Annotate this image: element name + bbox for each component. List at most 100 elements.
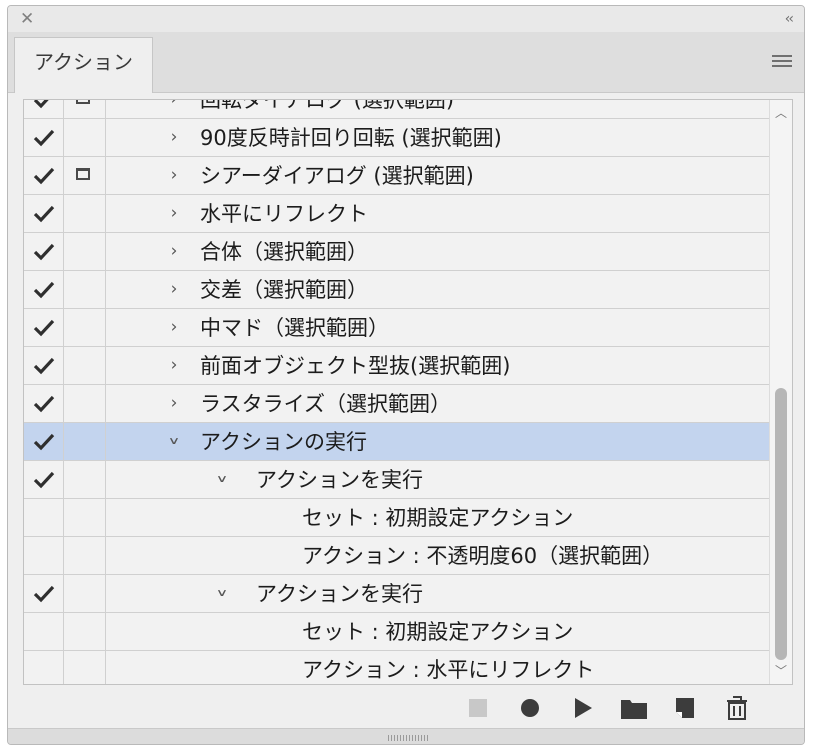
toggle-dialog-cell[interactable] xyxy=(64,271,106,308)
tab-actions[interactable]: アクション xyxy=(14,37,153,93)
toggle-item-cell[interactable] xyxy=(24,347,64,384)
action-row[interactable]: › 合体（選択範囲） xyxy=(24,233,769,271)
toggle-dialog-cell[interactable] xyxy=(64,575,106,612)
toggle-dialog-cell[interactable] xyxy=(64,385,106,422)
action-row[interactable]: › 回転ダイアログ (選択範囲) xyxy=(24,99,769,119)
chevron-right-icon[interactable]: › xyxy=(166,204,182,222)
chevron-down-icon[interactable]: ∨ xyxy=(214,474,230,485)
chevron-right-icon[interactable]: › xyxy=(166,100,182,108)
check-icon[interactable] xyxy=(33,585,55,603)
toggle-dialog-cell[interactable] xyxy=(64,423,106,460)
action-row-label: 合体（選択範囲） xyxy=(200,240,368,264)
toggle-item-cell[interactable] xyxy=(24,385,64,422)
check-icon[interactable] xyxy=(33,471,55,489)
toggle-dialog-cell[interactable] xyxy=(64,157,106,194)
action-row-label: ラスタライズ（選択範囲） xyxy=(200,392,451,416)
check-icon[interactable] xyxy=(33,433,55,451)
toggle-item-cell[interactable] xyxy=(24,271,64,308)
toggle-item-cell[interactable] xyxy=(24,537,64,574)
check-icon[interactable] xyxy=(33,99,55,109)
toggle-dialog-cell[interactable] xyxy=(64,461,106,498)
action-row-label: 前面オブジェクト型抜(選択範囲) xyxy=(200,354,511,378)
action-row[interactable]: › 90度反時計回り回転 (選択範囲) xyxy=(24,119,769,157)
chevron-down-icon[interactable]: ∨ xyxy=(214,588,230,599)
trash-icon[interactable] xyxy=(724,695,750,721)
action-row[interactable]: アクション : 水平にリフレクト xyxy=(24,651,769,684)
toggle-dialog-cell[interactable] xyxy=(64,651,106,684)
actions-list[interactable]: › 回転ダイアログ (選択範囲) › 90度反時計回り回転 (選択範囲) › シアーダイア… xyxy=(23,99,793,685)
play-icon[interactable] xyxy=(569,695,595,721)
action-row-label: セット : 初期設定アクション xyxy=(302,620,574,644)
toggle-item-cell[interactable] xyxy=(24,613,64,650)
action-row[interactable]: › 水平にリフレクト xyxy=(24,195,769,233)
chevron-right-icon[interactable]: › xyxy=(166,394,182,412)
new-set-folder-icon[interactable] xyxy=(620,695,648,721)
scrollbar[interactable]: ︿ ﹀ xyxy=(769,100,792,684)
check-icon[interactable] xyxy=(33,281,55,299)
action-row[interactable]: アクション : 不透明度60（選択範囲） xyxy=(24,537,769,575)
stop-icon[interactable] xyxy=(465,695,491,721)
resize-grip[interactable] xyxy=(8,728,804,744)
chevron-down-icon[interactable]: ∨ xyxy=(166,436,182,447)
action-row[interactable]: › ラスタライズ（選択範囲） xyxy=(24,385,769,423)
panel-menu-icon[interactable] xyxy=(772,55,792,69)
chevron-right-icon[interactable]: › xyxy=(166,280,182,298)
toggle-item-cell[interactable] xyxy=(24,99,64,118)
action-row-label: アクション : 水平にリフレクト xyxy=(302,658,595,682)
dialog-toggle-icon[interactable] xyxy=(76,100,90,104)
action-rows: › 回転ダイアログ (選択範囲) › 90度反時計回り回転 (選択範囲) › シアーダイア… xyxy=(24,99,769,684)
check-icon[interactable] xyxy=(33,129,55,147)
check-icon[interactable] xyxy=(33,205,55,223)
check-icon[interactable] xyxy=(33,167,55,185)
check-icon[interactable] xyxy=(33,243,55,261)
chevron-right-icon[interactable]: › xyxy=(166,166,182,184)
action-row[interactable]: セット : 初期設定アクション xyxy=(24,499,769,537)
action-row[interactable]: ∨ アクションの実行 xyxy=(24,423,769,461)
toggle-dialog-cell[interactable] xyxy=(64,233,106,270)
scroll-down-arrow-icon[interactable]: ﹀ xyxy=(774,664,788,678)
chevron-right-icon[interactable]: › xyxy=(166,318,182,336)
toggle-item-cell[interactable] xyxy=(24,157,64,194)
check-icon[interactable] xyxy=(33,395,55,413)
toggle-item-cell[interactable] xyxy=(24,423,64,460)
dialog-toggle-icon[interactable] xyxy=(76,168,90,180)
toggle-dialog-cell[interactable] xyxy=(64,309,106,346)
toggle-item-cell[interactable] xyxy=(24,195,64,232)
toggle-item-cell[interactable] xyxy=(24,651,64,684)
action-row[interactable]: ∨ アクションを実行 xyxy=(24,461,769,499)
toggle-item-cell[interactable] xyxy=(24,461,64,498)
toggle-item-cell[interactable] xyxy=(24,233,64,270)
action-row[interactable]: › シアーダイアログ (選択範囲) xyxy=(24,157,769,195)
action-row[interactable]: › 中マド（選択範囲） xyxy=(24,309,769,347)
toggle-dialog-cell[interactable] xyxy=(64,499,106,536)
action-row-label: シアーダイアログ (選択範囲) xyxy=(200,164,474,188)
action-row-label: アクションを実行 xyxy=(256,582,423,606)
toggle-dialog-cell[interactable] xyxy=(64,537,106,574)
toggle-dialog-cell[interactable] xyxy=(64,119,106,156)
toggle-item-cell[interactable] xyxy=(24,499,64,536)
chevron-right-icon[interactable]: › xyxy=(166,128,182,146)
toggle-item-cell[interactable] xyxy=(24,309,64,346)
chevron-right-icon[interactable]: › xyxy=(166,356,182,374)
toggle-dialog-cell[interactable] xyxy=(64,100,106,118)
scroll-up-arrow-icon[interactable]: ︿ xyxy=(774,106,788,120)
action-row-label: 90度反時計回り回転 (選択範囲) xyxy=(200,126,502,150)
new-action-icon[interactable] xyxy=(672,695,698,721)
toggle-item-cell[interactable] xyxy=(24,119,64,156)
toggle-dialog-cell[interactable] xyxy=(64,195,106,232)
action-row[interactable]: › 交差（選択範囲） xyxy=(24,271,769,309)
toggle-dialog-cell[interactable] xyxy=(64,347,106,384)
action-row[interactable]: › 前面オブジェクト型抜(選択範囲) xyxy=(24,347,769,385)
tab-bar: アクション xyxy=(8,32,804,93)
collapse-icon[interactable]: ‹‹ xyxy=(785,9,794,29)
close-icon[interactable]: ✕ xyxy=(20,9,34,29)
chevron-right-icon[interactable]: › xyxy=(166,242,182,260)
toggle-item-cell[interactable] xyxy=(24,575,64,612)
scrollbar-thumb[interactable] xyxy=(775,388,787,660)
record-icon[interactable] xyxy=(517,695,543,721)
action-row[interactable]: セット : 初期設定アクション xyxy=(24,613,769,651)
check-icon[interactable] xyxy=(33,319,55,337)
toggle-dialog-cell[interactable] xyxy=(64,613,106,650)
check-icon[interactable] xyxy=(33,357,55,375)
action-row[interactable]: ∨ アクションを実行 xyxy=(24,575,769,613)
